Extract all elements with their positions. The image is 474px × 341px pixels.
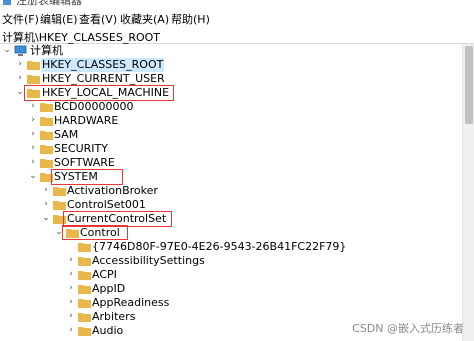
address-bar[interactable]: 计算机\HKEY_CLASSES_ROOT (0, 27, 474, 44)
folder-icon (40, 103, 53, 112)
expand-arrow-icon[interactable]: ⌄ (29, 172, 37, 181)
folder-icon (40, 117, 53, 126)
menu-favorites[interactable]: 收藏夹(A) (120, 11, 169, 27)
collapse-arrow-icon[interactable]: › (42, 186, 50, 195)
folder-icon (27, 75, 40, 84)
scrollbar-thumb[interactable] (465, 46, 473, 124)
tree-item-label: AppID (92, 282, 126, 295)
address-path[interactable]: 计算机\HKEY_CLASSES_ROOT (2, 29, 160, 45)
tree-item-label: ACPI (92, 268, 117, 281)
tree-item-label: HKEY_LOCAL_MACHINE (42, 86, 170, 99)
folder-open-icon (27, 89, 40, 98)
tree-item-label: Control (80, 226, 120, 239)
registry-tree: ⌄ 计算机 › HKEY_CLASSES_ROOT › HKEY_CURRENT… (0, 44, 462, 341)
collapse-arrow-icon[interactable]: › (67, 326, 75, 335)
collapse-arrow-icon[interactable]: › (16, 60, 24, 69)
collapse-arrow-icon[interactable]: › (29, 130, 37, 139)
collapse-arrow-icon[interactable]: › (29, 102, 37, 111)
folder-open-icon (66, 229, 79, 238)
collapse-arrow-icon[interactable]: › (67, 312, 75, 321)
tree-item-label: Arbiters (92, 310, 136, 323)
expand-arrow-icon[interactable]: ⌄ (55, 228, 63, 237)
collapse-arrow-icon[interactable]: › (16, 74, 24, 83)
tree-item-label: SECURITY (54, 142, 108, 155)
watermark-text: CSDN @嵌入式历练者 (352, 322, 464, 335)
folder-icon (78, 257, 91, 266)
tree-item-label: ControlSet001 (67, 198, 146, 211)
title-bar: 注册表编辑器 (0, 0, 474, 8)
folder-icon (78, 243, 91, 252)
tree-item-label: HKEY_CLASSES_ROOT (41, 58, 165, 72)
folder-icon (78, 299, 91, 308)
folder-icon (78, 271, 91, 280)
collapse-arrow-icon[interactable]: › (67, 270, 75, 279)
tree-item-label: {7746D80F-97E0-4E26-9543-26B41FC22F79} (92, 240, 347, 253)
collapse-arrow-icon[interactable]: › (29, 144, 37, 153)
folder-icon (78, 313, 91, 322)
tree-item-label: 计算机 (30, 44, 63, 57)
menu-help[interactable]: 帮助(H) (171, 11, 210, 27)
tree-item-label: Audio (92, 324, 124, 337)
collapse-arrow-icon[interactable]: › (29, 116, 37, 125)
tree-item-label: BCD00000000 (54, 100, 134, 113)
tree-item-label: SAM (54, 128, 79, 141)
regedit-app-icon (3, 0, 11, 5)
folder-icon (40, 131, 53, 140)
tree-item-label: SOFTWARE (54, 156, 115, 169)
folder-icon (53, 187, 66, 196)
tree-item-label: CurrentControlSet (67, 212, 167, 225)
collapse-arrow-icon[interactable]: › (67, 298, 75, 307)
expand-arrow-icon[interactable]: ⌄ (16, 88, 24, 97)
computer-icon (14, 45, 27, 56)
tree-item-label: HARDWARE (54, 114, 119, 127)
collapse-arrow-icon[interactable]: › (42, 200, 50, 209)
menu-edit[interactable]: 编辑(E) (40, 11, 78, 27)
menu-file[interactable]: 文件(F) (2, 11, 39, 27)
expand-arrow-icon[interactable]: ⌄ (3, 46, 11, 55)
folder-icon (27, 61, 40, 70)
menu-bar: 文件(F) 编辑(E) 查看(V) 收藏夹(A) 帮助(H) (0, 8, 474, 27)
expand-arrow-icon[interactable]: ⌄ (42, 214, 50, 223)
tree-item-label: AppReadiness (92, 296, 170, 309)
folder-icon (53, 201, 66, 210)
tree-item-label: HKEY_CURRENT_USER (42, 72, 165, 85)
folder-icon (40, 159, 53, 168)
folder-open-icon (53, 215, 66, 224)
collapse-arrow-icon[interactable]: › (67, 284, 75, 293)
window-title: 注册表编辑器 (16, 0, 82, 7)
folder-open-icon (40, 173, 53, 182)
folder-icon (78, 327, 91, 336)
folder-icon (78, 285, 91, 294)
tree-item-label: ActivationBroker (67, 184, 158, 197)
folder-icon (40, 145, 53, 154)
menu-view[interactable]: 查看(V) (79, 11, 117, 27)
vertical-scrollbar[interactable] (462, 44, 474, 341)
tree-item-label: AccessibilitySettings (92, 254, 205, 267)
collapse-arrow-icon[interactable]: › (29, 158, 37, 167)
tree-item-label: SYSTEM (54, 170, 98, 183)
collapse-arrow-icon[interactable]: › (67, 256, 75, 265)
